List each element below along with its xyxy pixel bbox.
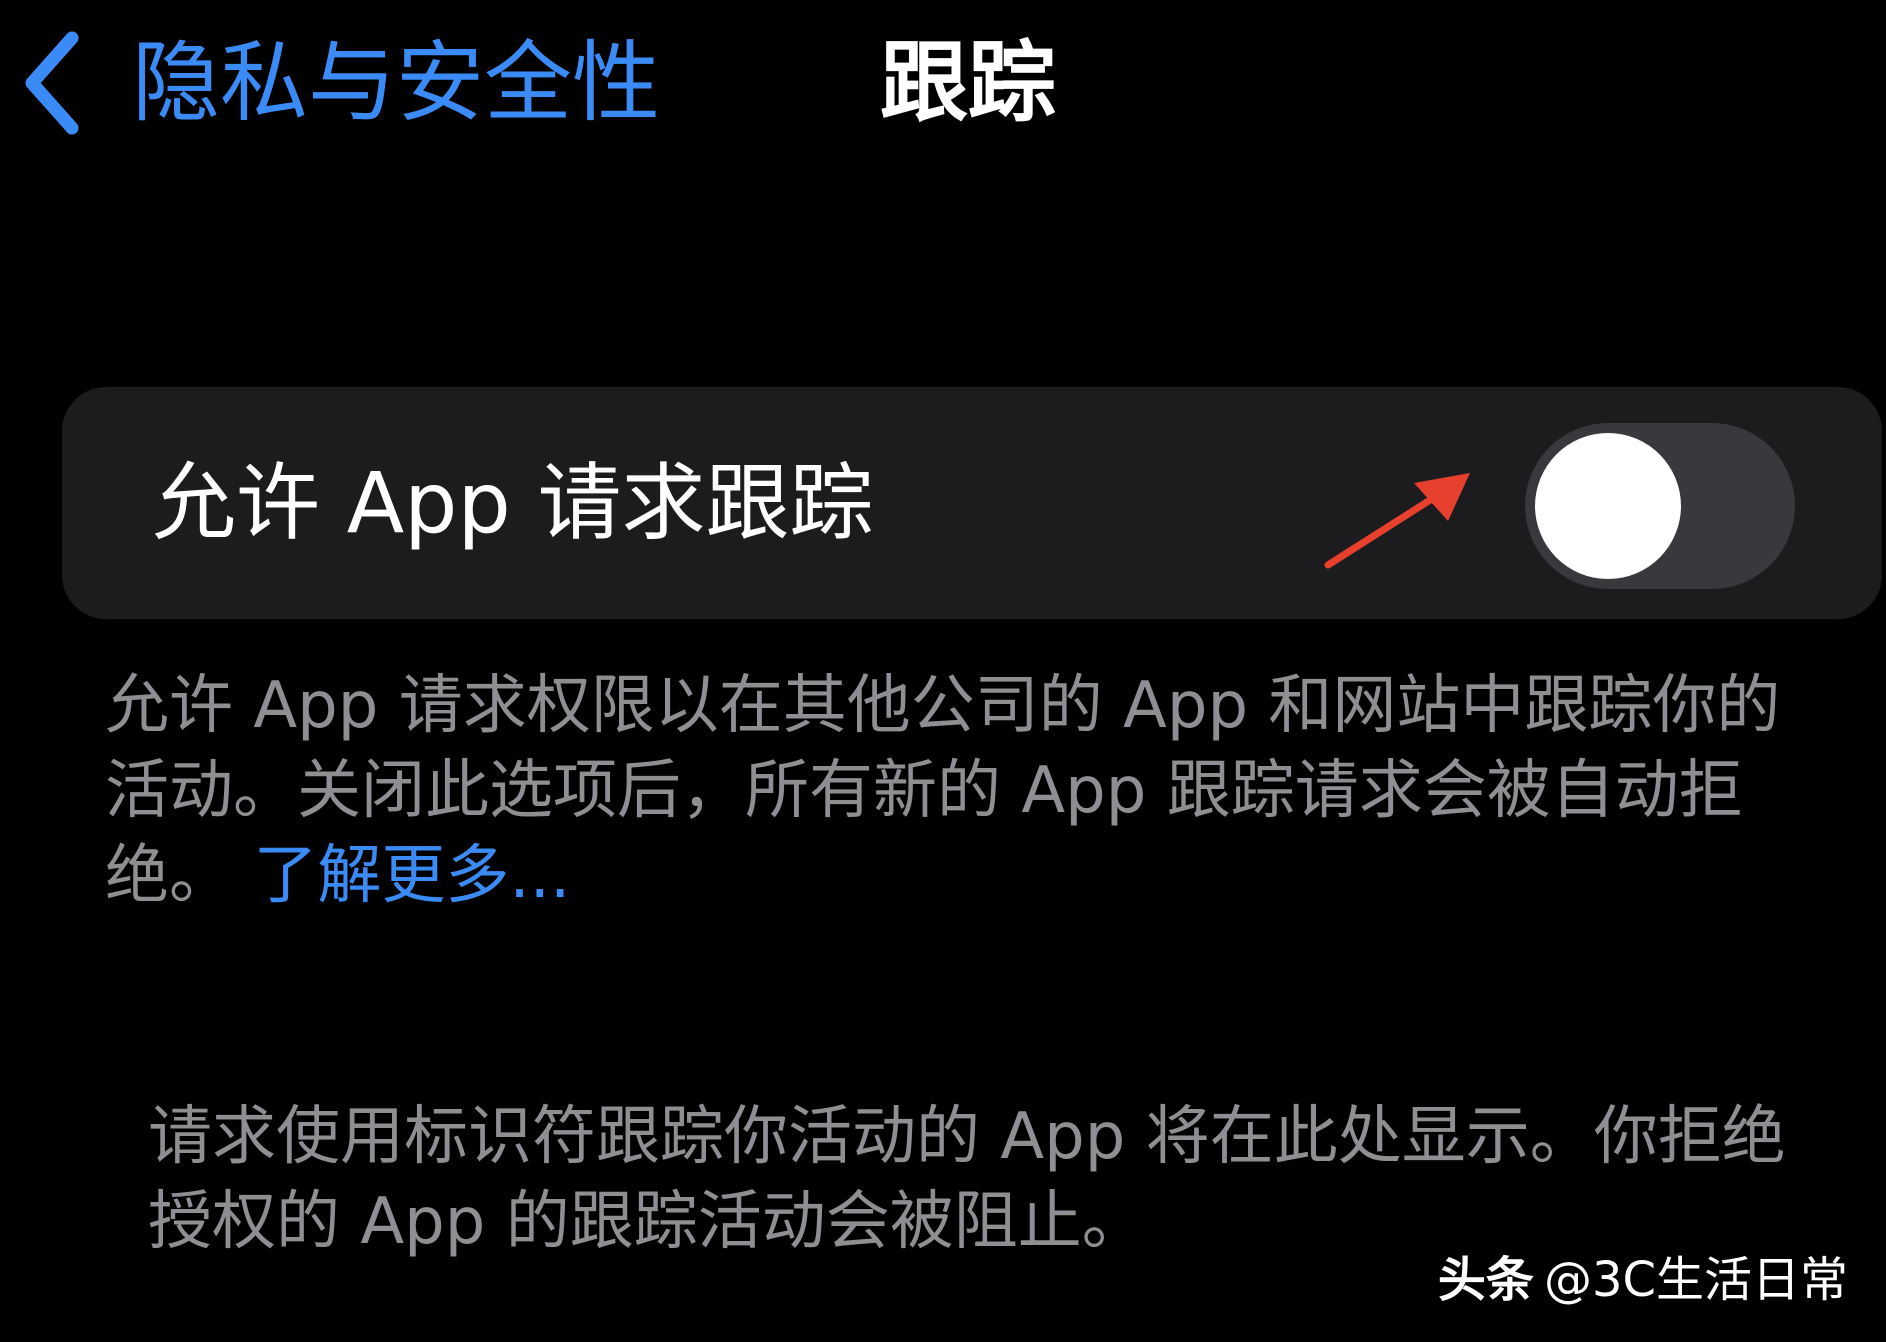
allow-tracking-requests-label: 允许 App 请求跟踪 [152, 454, 874, 552]
back-button[interactable]: 隐私与安全性 [20, 28, 660, 138]
allow-tracking-requests-toggle[interactable] [1525, 423, 1795, 589]
watermark-handle: @3C生活日常 [1543, 1252, 1848, 1308]
back-button-label: 隐私与安全性 [132, 31, 661, 134]
red-arrow-annotation-icon [1324, 473, 1470, 569]
tracking-description: 允许 App 请求权限以在其他公司的 App 和网站中跟踪你的活动。关闭此选项后… [105, 664, 1835, 919]
learn-more-link[interactable]: 了解更多... [253, 839, 570, 913]
tracking-settings-card: 允许 App 请求跟踪 [62, 387, 1882, 619]
toggle-knob [1535, 433, 1681, 579]
tracking-apps-info: 请求使用标识符跟踪你活动的 App 将在此处显示。你拒绝授权的 App 的跟踪活… [148, 1100, 1786, 1259]
page-title: 跟踪 [880, 31, 1057, 134]
watermark-source: 头条 [1437, 1252, 1534, 1308]
watermark: 头条 @3C生活日常 [1438, 1250, 1848, 1310]
chevron-left-icon [25, 31, 79, 135]
